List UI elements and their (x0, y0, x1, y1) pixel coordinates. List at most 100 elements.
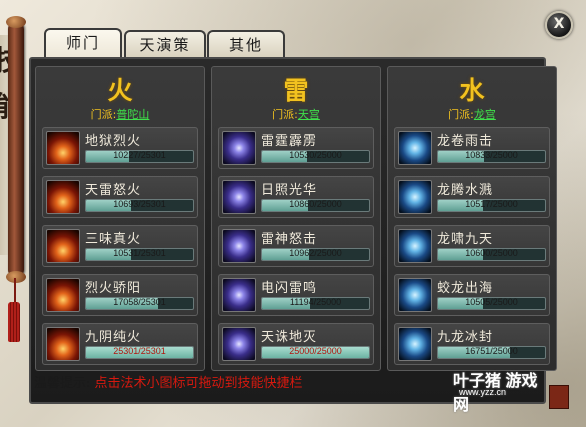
seal-stamp (549, 385, 569, 409)
skill-progress-bar: 25000/25000 (261, 346, 370, 359)
skill-progress-bar: 17058/25301 (85, 297, 194, 310)
tab-tianyance[interactable]: 天演策 (124, 30, 206, 59)
skill-progress-text: 10531/25301 (113, 248, 166, 258)
skill-progress-text: 10517/25000 (465, 199, 518, 209)
skill-name: 龙卷雨击 (437, 134, 494, 149)
skill-progress-text: 16751/25000 (465, 346, 518, 356)
skill-row: 烈火骄阳 17058/25301 (42, 274, 198, 316)
fire-skill-icon[interactable] (46, 180, 80, 214)
skill-progress-bar: 10962/25000 (261, 248, 370, 261)
skill-progress-bar: 11194/25000 (261, 297, 370, 310)
skill-progress-bar: 16751/25000 (437, 346, 546, 359)
tip-text: 点击法术小图标可拖动到技能快捷栏 (94, 376, 303, 391)
sect-line: 门派:天宫 (212, 106, 380, 122)
skill-name: 天雷怒火 (85, 183, 142, 198)
skill-name: 烈火骄阳 (85, 281, 142, 296)
sect-link[interactable]: 天宫 (298, 108, 320, 121)
skill-progress-bar: 10531/25301 (85, 248, 194, 261)
skill-name: 蛟龙出海 (437, 281, 494, 296)
skill-progress-bar: 10227/25301 (85, 150, 194, 163)
skill-row: 地狱烈火 10227/25301 (42, 127, 198, 169)
thunder-skill-icon[interactable] (222, 327, 256, 361)
skill-progress-text: 10962/25000 (289, 248, 342, 258)
skill-name: 九阴纯火 (85, 330, 142, 345)
skill-row: 龙啸九天 10600/25000 (394, 225, 550, 267)
school-column: 火门派:普陀山 地狱烈火 10227/25301 天雷怒火 10693/25301 三味真… (35, 66, 205, 371)
skill-progress-text: 10693/25301 (113, 199, 166, 209)
skill-name: 九龙冰封 (437, 330, 494, 345)
sect-line: 门派:龙宫 (388, 106, 556, 122)
sect-line: 门派:普陀山 (36, 106, 204, 122)
tassel-ornament (8, 302, 20, 342)
skill-row: 电闪雷鸣 11194/25000 (218, 274, 374, 316)
tip-label: 温馨提示: (34, 376, 91, 391)
scroll-rod-ornament (6, 16, 26, 283)
school-name: 雷 (283, 76, 309, 105)
skill-row: 天雷怒火 10693/25301 (42, 176, 198, 218)
skill-progress-text: 17058/25301 (113, 297, 166, 307)
skill-name: 三味真火 (85, 232, 142, 247)
skills-panel: 火门派:普陀山 地狱烈火 10227/25301 天雷怒火 10693/25301 三味真… (29, 57, 557, 404)
sect-link[interactable]: 龙宫 (474, 108, 496, 121)
sect-link[interactable]: 普陀山 (116, 108, 149, 121)
water-skill-icon[interactable] (398, 229, 432, 263)
skill-progress-bar: 25301/25301 (85, 346, 194, 359)
skill-row: 九阴纯火 25301/25301 (42, 323, 198, 365)
skill-row: 雷神怒击 10962/25000 (218, 225, 374, 267)
skill-row: 雷霆霹雳 10530/25000 (218, 127, 374, 169)
skill-progress-bar: 10860/25000 (261, 199, 370, 212)
sect-label: 门派: (448, 108, 474, 121)
water-skill-icon[interactable] (398, 180, 432, 214)
skill-window: 技 能 X 师门 天演策 其他 火门派:普陀山地狱烈火10227/25301天雷… (0, 0, 586, 427)
sect-label: 门派: (272, 108, 298, 121)
thunder-skill-icon[interactable] (222, 131, 256, 165)
skill-name: 雷霆霹雳 (261, 134, 318, 149)
skill-row: 日照光华 10860/25000 (218, 176, 374, 218)
water-skill-icon[interactable] (398, 131, 432, 165)
fire-skill-icon[interactable] (46, 131, 80, 165)
skill-progress-text: 10530/25000 (289, 150, 342, 160)
skill-progress-bar: 10833/25000 (437, 150, 546, 163)
skill-name: 雷神怒击 (261, 232, 318, 247)
skill-progress-bar: 10517/25000 (437, 199, 546, 212)
skill-name: 天诛地灭 (261, 330, 318, 345)
skill-name: 日照光华 (261, 183, 318, 198)
water-skill-icon[interactable] (398, 327, 432, 361)
skill-progress-text: 11194/25000 (289, 297, 342, 307)
water-skill-icon[interactable] (398, 278, 432, 312)
skill-row: 龙腾水溅 10517/25000 (394, 176, 550, 218)
tab-other[interactable]: 其他 (207, 30, 285, 59)
skill-row: 九龙冰封 16751/25000 (394, 323, 550, 365)
watermark: 叶子猪 游戏网 www.yzz.cn (453, 367, 545, 414)
skill-progress-text: 10600/25000 (465, 248, 518, 258)
skill-row: 天诛地灭 25000/25000 (218, 323, 374, 365)
thunder-skill-icon[interactable] (222, 180, 256, 214)
skill-name: 龙啸九天 (437, 232, 494, 247)
skill-name: 龙腾水溅 (437, 183, 494, 198)
tab-shimen[interactable]: 师门 (44, 28, 122, 60)
skill-progress-text: 25301/25301 (113, 346, 166, 356)
skill-progress-bar: 10530/25000 (261, 150, 370, 163)
skill-progress-bar: 10600/25000 (437, 248, 546, 261)
skill-progress-text: 25000/25000 (289, 346, 342, 356)
skill-row: 三味真火 10531/25301 (42, 225, 198, 267)
skill-row: 蛟龙出海 10505/25000 (394, 274, 550, 316)
watermark-sub: www.yzz.cn (459, 387, 507, 397)
thunder-skill-icon[interactable] (222, 229, 256, 263)
skill-progress-text: 10833/25000 (465, 150, 518, 160)
school-name: 火 (107, 76, 133, 105)
school-column: 水门派:龙宫 龙卷雨击 10833/25000 龙腾水溅 10517/25000 龙啸九天… (387, 66, 557, 371)
fire-skill-icon[interactable] (46, 278, 80, 312)
skill-progress-text: 10505/25000 (465, 297, 518, 307)
thunder-skill-icon[interactable] (222, 278, 256, 312)
skill-progress-bar: 10693/25301 (85, 199, 194, 212)
school-column: 雷门派:天宫 雷霆霹雳 10530/25000 日照光华 10860/25000 雷神怒击… (211, 66, 381, 371)
skill-row: 龙卷雨击 10833/25000 (394, 127, 550, 169)
skill-progress-text: 10860/25000 (289, 199, 342, 209)
fire-skill-icon[interactable] (46, 229, 80, 263)
close-button[interactable]: X (545, 11, 573, 39)
skill-name: 电闪雷鸣 (261, 281, 318, 296)
fire-skill-icon[interactable] (46, 327, 80, 361)
tip-line: 温馨提示: 点击法术小图标可拖动到技能快捷栏 (34, 372, 303, 391)
sect-label: 门派: (90, 108, 117, 121)
